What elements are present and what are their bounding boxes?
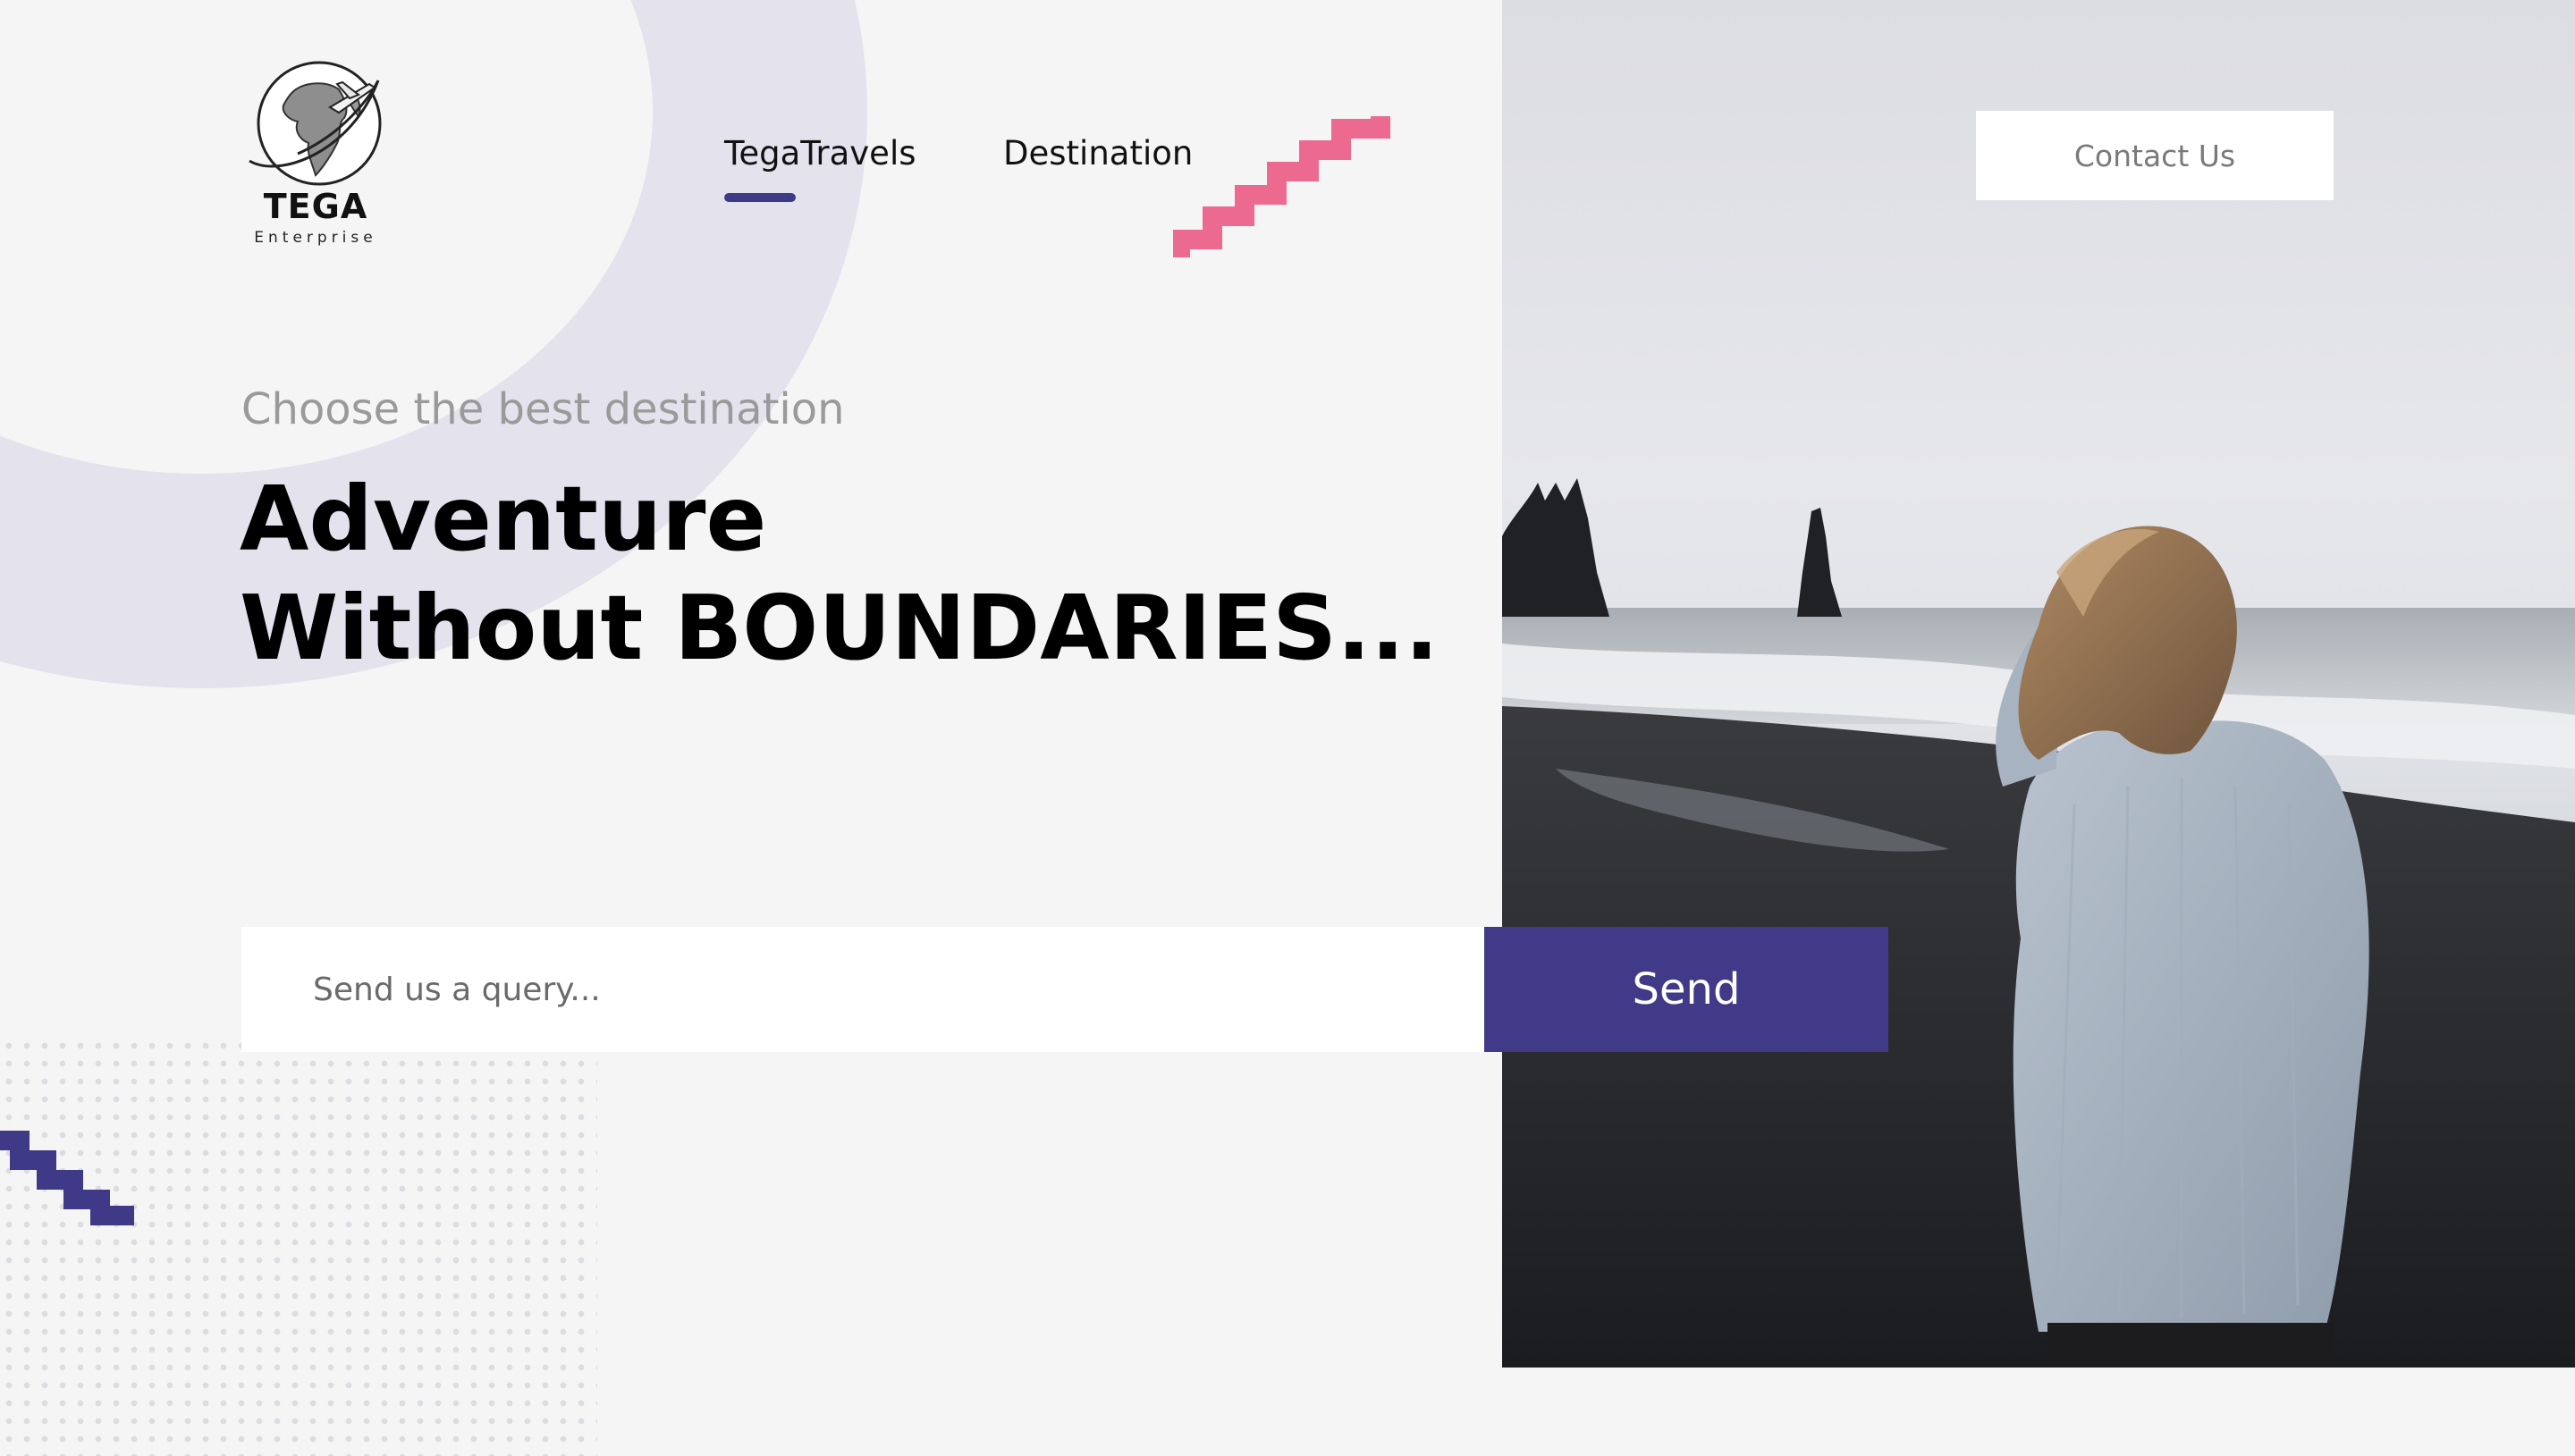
blue-zigzag-icon (0, 1131, 134, 1225)
brand-name: TEGA (263, 187, 368, 226)
hero-tagline: Choose the best destination (241, 384, 845, 434)
decorative-dot-grid (0, 1037, 597, 1456)
nav-item-tegatravels[interactable]: TegaTravels (724, 134, 916, 173)
pink-zigzag-icon (1173, 116, 1390, 257)
brand-subtitle: Enterprise (254, 229, 377, 247)
contact-us-button[interactable]: Contact Us (1976, 111, 2334, 200)
globe-airplane-icon (249, 61, 382, 186)
send-button[interactable]: Send (1484, 927, 1888, 1052)
brand-logo[interactable]: TEGA Enterprise (240, 54, 392, 247)
hero-headline-line1: Adventure (240, 467, 767, 571)
nav-item-destination[interactable]: Destination (1003, 134, 1193, 173)
nav-active-indicator (724, 193, 796, 202)
hero-headline: Adventure Without BOUNDARIES... (240, 465, 1439, 683)
hero-photo (1502, 0, 2575, 1368)
landing-page: TEGA Enterprise TegaTravels Destination … (0, 0, 2575, 1456)
query-input[interactable] (241, 927, 1484, 1052)
hero-headline-line2: Without BOUNDARIES... (240, 576, 1439, 680)
